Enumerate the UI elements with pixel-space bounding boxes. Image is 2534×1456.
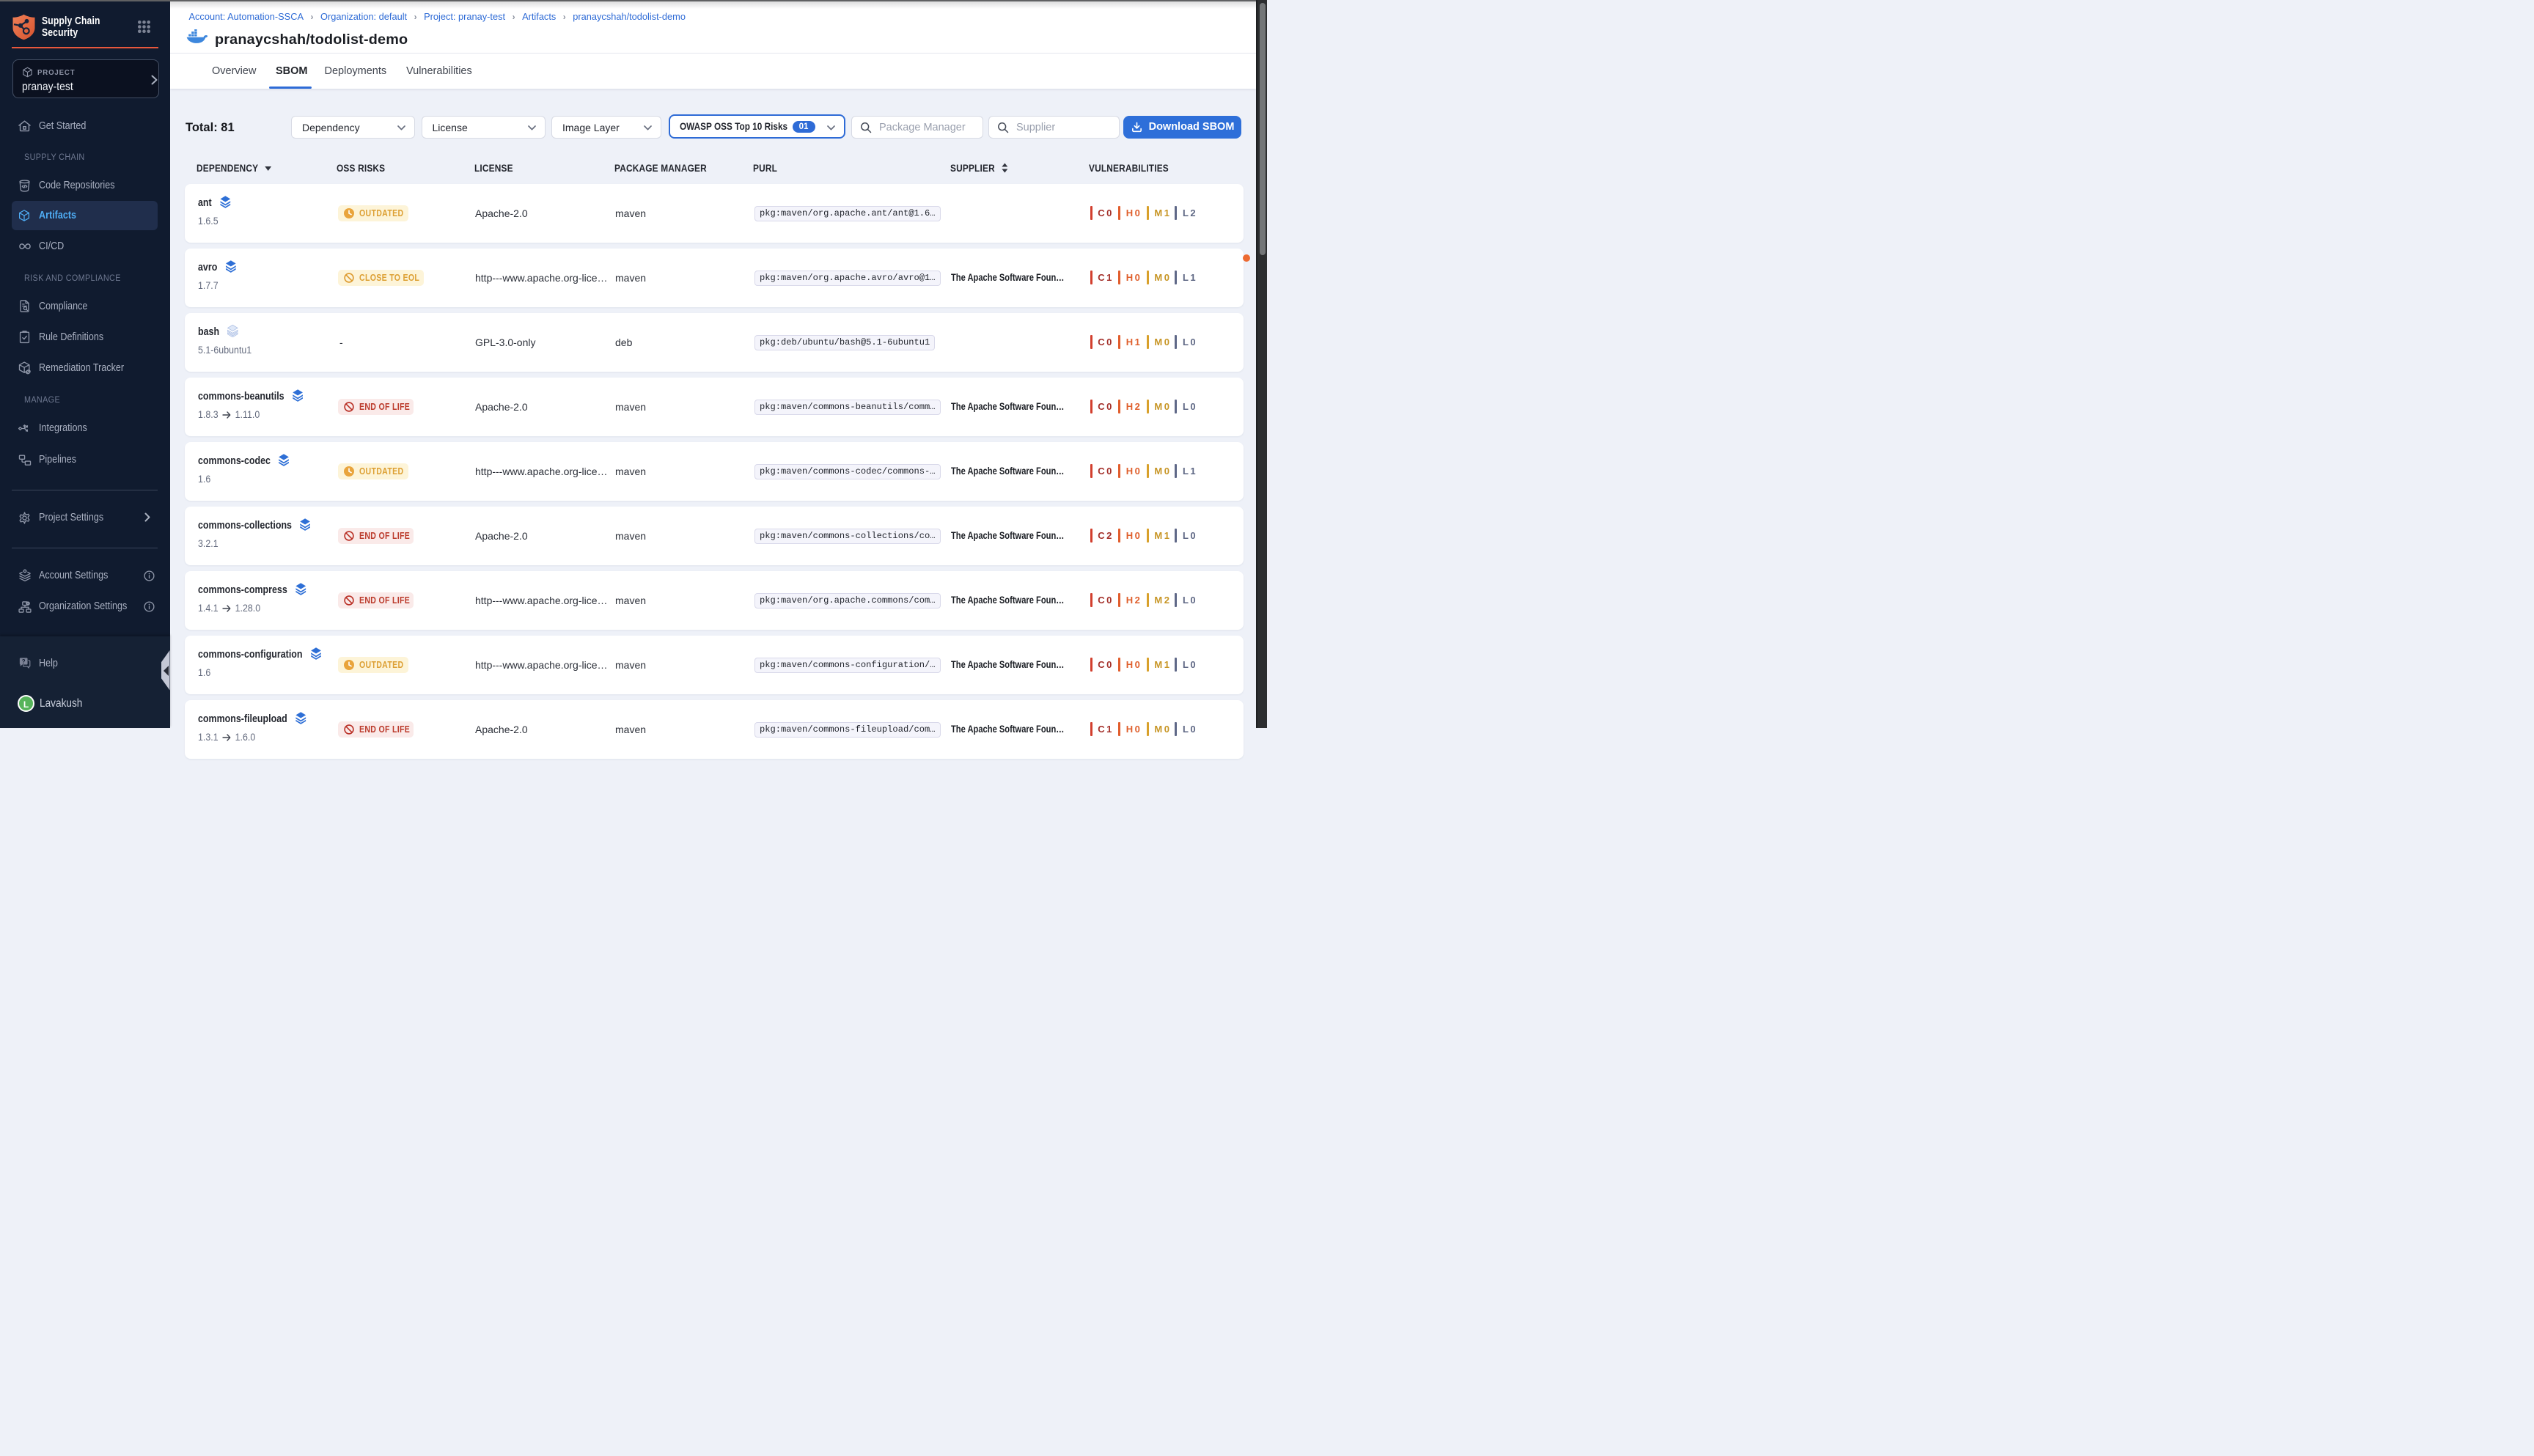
svg-text:?: ?	[22, 658, 26, 665]
